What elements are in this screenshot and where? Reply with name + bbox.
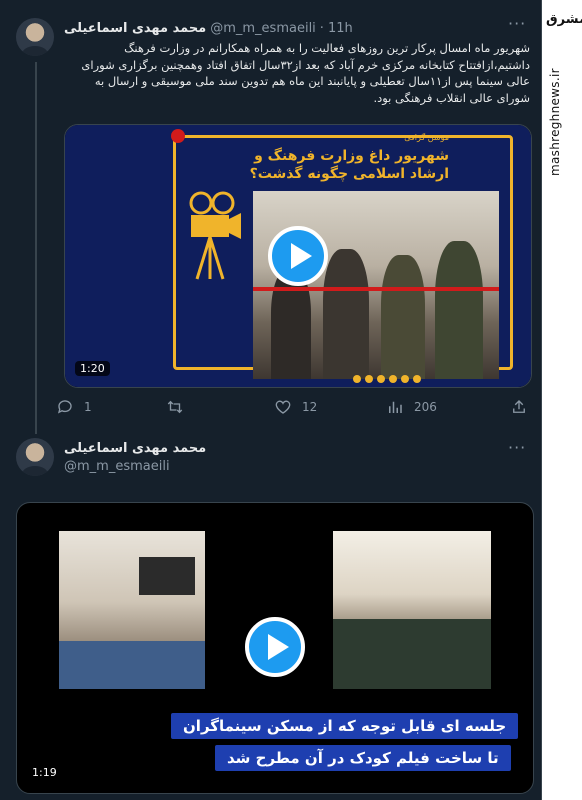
person-figure [271,269,311,379]
social-icons-strip [353,375,421,383]
author-handle[interactable]: @m_m_esmaeili [64,459,170,474]
mashregh-logo: مشرق [546,12,582,27]
video-caption-line1: جلسه ای قابل توجه که از مسکن سینماگران [171,713,519,739]
more-options-icon[interactable]: ··· [508,14,526,33]
more-options-icon[interactable]: ··· [508,438,526,457]
tweet-header: محمد مهدی اسماعیلی [64,438,206,458]
person-figure [323,249,369,379]
reply-count: 1 [84,400,92,414]
heart-icon [275,400,291,414]
red-ribbon [253,287,499,291]
like-count: 12 [302,400,318,414]
tweet-handle-row: @m_m_esmaeili [64,456,170,476]
author-name[interactable]: محمد مهدی اسماعیلی [64,441,206,456]
play-button[interactable] [245,617,305,677]
meeting-photo-right [333,531,491,689]
retweet-icon [167,400,183,414]
video-duration: 1:19 [32,766,57,779]
social-icon [401,375,409,383]
film-camera-icon [189,191,241,280]
social-icon [365,375,373,383]
social-icon [353,375,361,383]
video-duration: 1:20 [75,361,110,376]
emblem-icon [171,129,185,143]
views-icon [389,401,402,413]
reply-icon [57,400,72,414]
meeting-photo-left [59,531,205,689]
person-figure [435,241,483,379]
thread-connector-line [35,62,37,434]
share-icon [513,400,525,413]
video-player[interactable]: جلسه ای قابل توجه که از مسکن سینماگران ت… [16,502,534,794]
play-icon [267,634,289,660]
tweet-header: محمد مهدی اسماعیلی @m_m_esmaeili · 11h [64,18,353,38]
avatar[interactable] [16,438,54,476]
share-button[interactable] [510,398,528,416]
timeline: محمد مهدی اسماعیلی @m_m_esmaeili · 11h ·… [0,0,542,800]
conference-table [333,619,491,689]
reply-button[interactable]: 1 [56,398,92,416]
conference-table [59,641,205,689]
views-count: 206 [414,400,437,414]
video-caption-line2: تا ساخت فیلم کودک در آن مطرح شد [215,745,511,771]
tweet-text: شهریور ماه امسال پرکار ترین روزهای فعالی… [81,41,530,105]
video-title: شهریور داغ وزارت فرهنگ و ارشاد اسلامی چگ… [249,148,449,182]
retweet-button[interactable] [166,398,194,416]
like-button[interactable]: 12 [274,398,317,416]
avatar[interactable] [16,18,54,56]
author-handle[interactable]: @m_m_esmaeili [210,21,316,36]
video-kicker: موشن گرافی [404,133,449,142]
social-icon [413,375,421,383]
social-icon [389,375,397,383]
banner [139,557,195,595]
separator-dot: · [319,20,324,36]
play-icon [290,243,312,269]
play-button[interactable] [268,226,328,286]
person-figure [381,255,425,379]
social-icon [377,375,385,383]
views-button[interactable]: 206 [386,398,437,416]
author-name[interactable]: محمد مهدی اسماعیلی [64,21,206,36]
watermark-url: mashreghnews.ir [548,68,562,176]
video-player[interactable]: موشن گرافی شهریور داغ وزارت فرهنگ و ارشا… [64,124,532,388]
tweet-actions: 1 12 206 [56,398,532,420]
tweet-timestamp[interactable]: 11h [328,21,353,36]
watermark-sidebar: مشرق mashreghnews.ir [542,0,582,800]
